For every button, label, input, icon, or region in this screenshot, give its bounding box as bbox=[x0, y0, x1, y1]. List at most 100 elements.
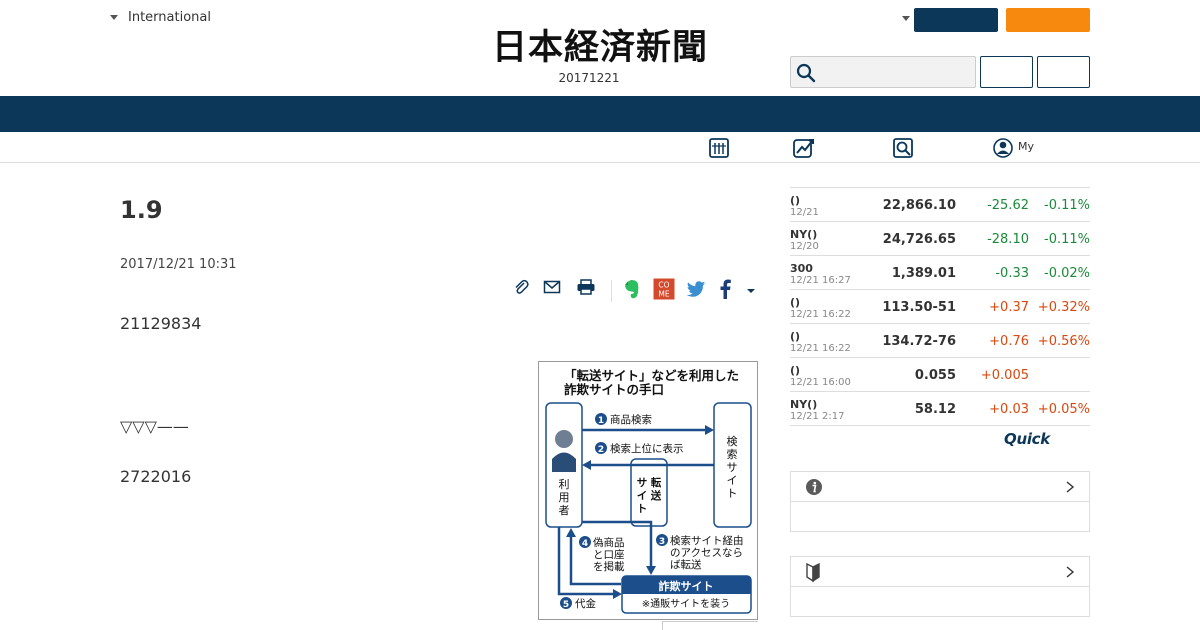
market-row[interactable]: () 12/21 22,866.10 -25.62 -0.11% bbox=[790, 188, 1090, 222]
market-name: NY() bbox=[790, 228, 818, 241]
step-3-label-2: のアクセスなら bbox=[670, 547, 743, 559]
user-char-3: 者 bbox=[559, 504, 570, 517]
search-site-char-1: 検 bbox=[727, 434, 738, 448]
market-value: 113.50-51 bbox=[882, 300, 956, 315]
edition-date: 20171221 bbox=[558, 71, 620, 85]
step-4-label-1: 偽商品 bbox=[593, 536, 625, 549]
subscribe-button[interactable] bbox=[1006, 8, 1090, 32]
markets-chart-icon[interactable] bbox=[792, 137, 816, 159]
transfer-char-5: 送 bbox=[650, 489, 662, 502]
arrow-4-head bbox=[566, 528, 576, 537]
step-4-label-2: と口座 bbox=[593, 548, 625, 561]
search-icon bbox=[796, 63, 816, 83]
article-title: 1.9 bbox=[120, 196, 163, 224]
market-name: () bbox=[790, 330, 801, 343]
step-2-label: 検索上位に表示 bbox=[610, 442, 684, 455]
info-panel bbox=[790, 471, 1090, 532]
market-name: 300 bbox=[790, 262, 813, 275]
step-num-4: 4 bbox=[582, 539, 588, 549]
market-pct: +0.05% bbox=[1037, 402, 1090, 417]
market-pct: -0.11% bbox=[1044, 198, 1090, 213]
comemo-icon[interactable]: CO ME bbox=[653, 278, 675, 300]
market-time: 12/20 bbox=[790, 241, 819, 252]
market-row[interactable]: NY() 12/20 24,726.65 -28.10 -0.11% bbox=[790, 222, 1090, 256]
market-table: () 12/21 22,866.10 -25.62 -0.11% NY() 12… bbox=[790, 187, 1090, 426]
article-paragraph: 2722016 bbox=[120, 467, 192, 486]
clip-icon[interactable] bbox=[513, 278, 529, 296]
mail-icon[interactable] bbox=[543, 278, 561, 296]
chevron-right-icon bbox=[1066, 481, 1075, 493]
fraud-diagram: 「転送サイト」などを利用した 詐欺サイトの手口 利 用 者 検 索 サ イ ト … bbox=[545, 368, 752, 614]
step-num-1: 1 bbox=[598, 416, 604, 426]
beginner-mark-icon bbox=[806, 563, 820, 583]
info-panel-header[interactable] bbox=[791, 472, 1089, 502]
step-1-label: 商品検索 bbox=[610, 413, 652, 426]
search-input[interactable] bbox=[790, 56, 976, 88]
user-char-1: 利 bbox=[559, 478, 570, 491]
caret-down-icon[interactable] bbox=[746, 278, 756, 300]
market-pct: -0.02% bbox=[1044, 266, 1090, 281]
chevron-right-icon bbox=[1066, 566, 1075, 578]
market-row[interactable]: () 12/21 16:00 0.055 +0.005 bbox=[790, 358, 1090, 392]
arrow-1-head bbox=[705, 425, 714, 435]
site-logo[interactable]: 日本経済新聞 bbox=[452, 28, 748, 68]
market-row[interactable]: NY() 12/21 2:17 58.12 +0.03 +0.05% bbox=[790, 392, 1090, 426]
arrow-3-head bbox=[646, 566, 656, 575]
facebook-icon[interactable] bbox=[718, 278, 732, 300]
search-icon[interactable] bbox=[892, 137, 914, 159]
market-name: () bbox=[790, 296, 801, 309]
header-button-1[interactable] bbox=[980, 56, 1033, 88]
market-name: NY() bbox=[790, 398, 818, 411]
info-icon bbox=[806, 479, 822, 495]
market-time: 12/21 bbox=[790, 207, 819, 218]
market-time: 12/21 2:17 bbox=[790, 411, 845, 422]
market-change: -25.62 bbox=[987, 198, 1029, 213]
svg-text:ME: ME bbox=[658, 290, 669, 299]
market-time: 12/21 16:27 bbox=[790, 275, 851, 286]
twitter-icon[interactable] bbox=[685, 278, 707, 300]
print-icon[interactable] bbox=[576, 278, 596, 296]
market-value: 134.72-76 bbox=[882, 334, 956, 349]
user-char-2: 用 bbox=[559, 491, 570, 504]
edition-label: International bbox=[128, 10, 211, 25]
market-name: () bbox=[790, 194, 801, 207]
market-row[interactable]: () 12/21 16:22 134.72-76 +0.76 +0.56% bbox=[790, 324, 1090, 358]
article-figure[interactable]: 「転送サイト」などを利用した 詐欺サイトの手口 利 用 者 検 索 サ イ ト … bbox=[538, 361, 758, 620]
sub-navbar: My bbox=[0, 132, 1200, 163]
evernote-icon[interactable] bbox=[622, 278, 642, 300]
main-navbar bbox=[0, 96, 1200, 132]
market-value: 0.055 bbox=[914, 368, 956, 383]
transfer-char-1: サ bbox=[637, 477, 648, 489]
figure-title-1: 「転送サイト」などを利用した bbox=[564, 368, 739, 383]
caret-down-icon[interactable] bbox=[902, 16, 910, 21]
user-icon[interactable] bbox=[992, 137, 1014, 159]
header-button-2[interactable] bbox=[1037, 56, 1090, 88]
article-date: 2017/12/21 10:31 bbox=[120, 257, 237, 272]
quick-logo[interactable]: Quick bbox=[1004, 430, 1050, 448]
market-row[interactable]: () 12/21 16:22 113.50-51 +0.37 +0.32% bbox=[790, 290, 1090, 324]
paper-viewer-icon[interactable] bbox=[708, 137, 730, 159]
market-value: 1,389.01 bbox=[891, 266, 956, 281]
market-row[interactable]: 300 12/21 16:27 1,389.01 -0.33 -0.02% bbox=[790, 256, 1090, 290]
figure-zoom-tab[interactable] bbox=[662, 621, 758, 630]
login-button[interactable] bbox=[914, 8, 998, 32]
my-page-label[interactable]: My bbox=[1018, 140, 1034, 153]
arrow-5-head bbox=[613, 589, 622, 599]
market-value: 58.12 bbox=[914, 402, 956, 417]
beginner-panel-header[interactable] bbox=[791, 557, 1089, 587]
svg-text:CO: CO bbox=[658, 281, 669, 290]
market-pct: -0.11% bbox=[1044, 232, 1090, 247]
market-name: () bbox=[790, 364, 801, 377]
article-paragraph: ▽▽▽—— bbox=[120, 417, 189, 436]
edition-selector[interactable]: International bbox=[110, 10, 211, 25]
market-time: 12/21 16:22 bbox=[790, 309, 851, 320]
search-site-char-2: 索 bbox=[727, 447, 738, 461]
market-change: +0.76 bbox=[989, 334, 1029, 349]
search-site-char-5: ト bbox=[727, 487, 738, 500]
figure-title-2: 詐欺サイトの手口 bbox=[564, 382, 664, 397]
beginner-panel bbox=[790, 556, 1090, 617]
market-change: +0.37 bbox=[989, 300, 1029, 315]
arrow-3 bbox=[649, 520, 653, 568]
market-pct: +0.56% bbox=[1037, 334, 1090, 349]
market-change: -0.33 bbox=[995, 266, 1029, 281]
